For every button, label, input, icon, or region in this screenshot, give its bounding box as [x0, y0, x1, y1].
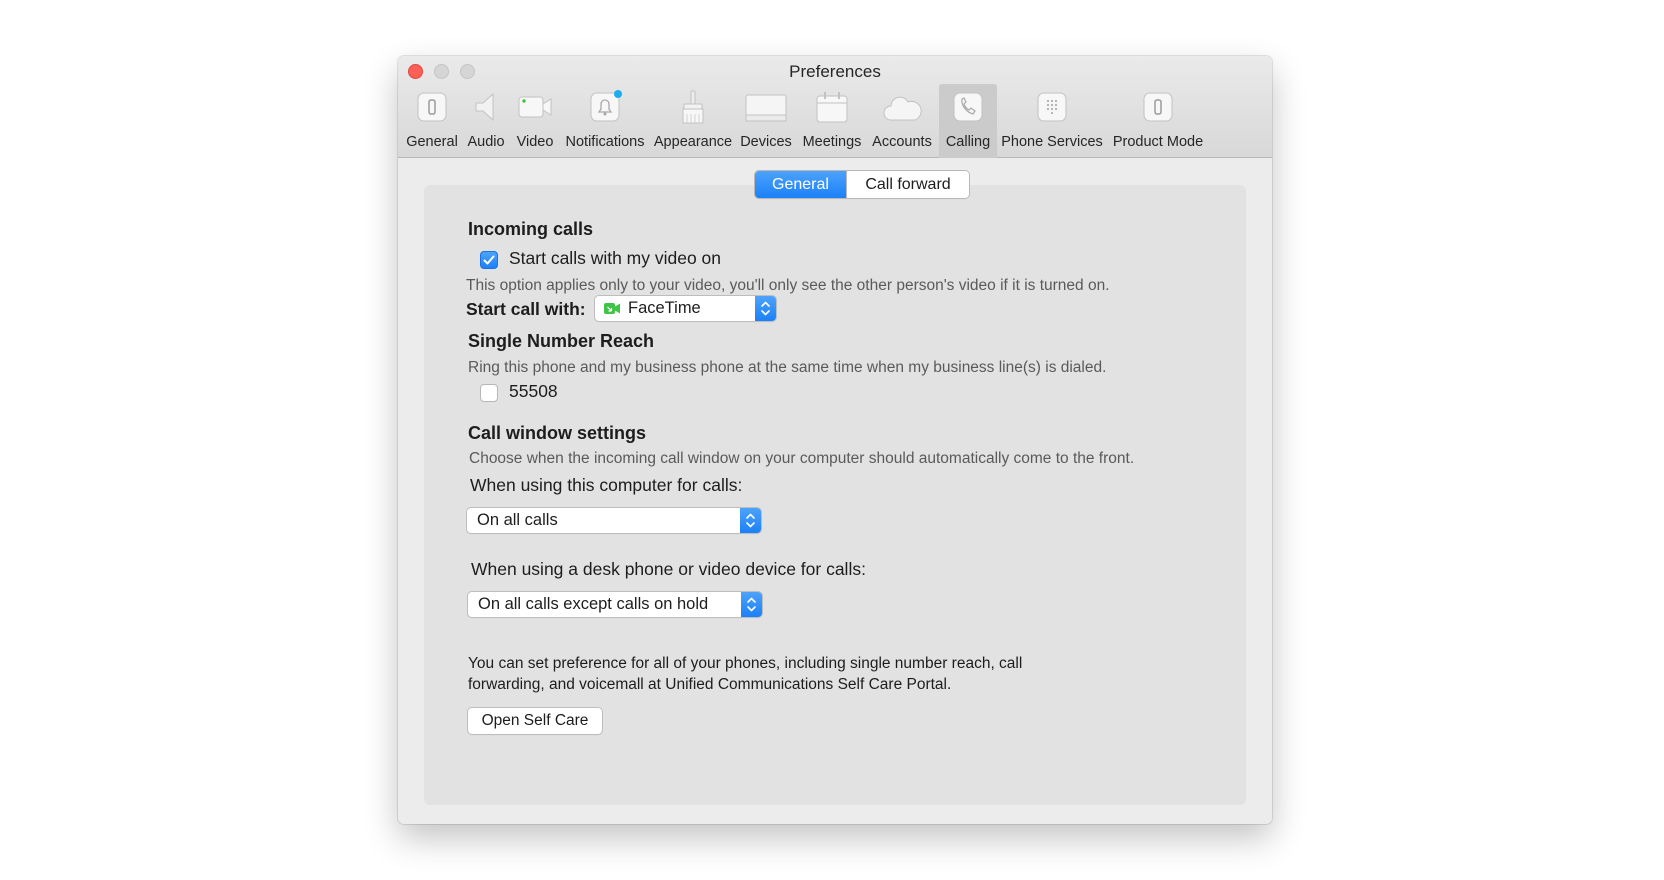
- toolbar-label-devices: Devices: [740, 134, 792, 150]
- toolbar-label-appearance: Appearance: [653, 134, 733, 150]
- toolbar-item-product-mode[interactable]: Product Mode: [1108, 84, 1208, 158]
- toolbar-item-video[interactable]: Video: [512, 84, 558, 158]
- tab-general[interactable]: General: [755, 171, 846, 198]
- desk-phone-calls-select[interactable]: On all calls except calls on hold: [468, 592, 762, 617]
- self-care-info-line-2: forwarding, and voicemall at Unified Com…: [468, 676, 952, 693]
- single-number-reach-description: Ring this phone and my business phone at…: [468, 359, 1107, 376]
- computer-calls-label: When using this computer for calls:: [470, 475, 743, 495]
- computer-calls-stepper[interactable]: [740, 508, 761, 533]
- toolbar-label-calling: Calling: [945, 134, 991, 150]
- toolbar-item-accounts[interactable]: Accounts: [868, 84, 936, 158]
- video-option-note: This option applies only to your video, …: [466, 277, 1110, 294]
- toolbar-item-appearance[interactable]: Appearance: [652, 84, 734, 158]
- toolbar-label-accounts: Accounts: [872, 134, 932, 150]
- self-care-info: You can set preference for all of your p…: [468, 653, 1022, 695]
- toolbar-label-product-mode: Product Mode: [1112, 134, 1204, 150]
- start-call-with-select[interactable]: FaceTime: [595, 296, 776, 321]
- desk-phone-calls-stepper[interactable]: [741, 592, 762, 617]
- calling-tab-control: General Call forward: [755, 171, 969, 198]
- dialpad-icon: [1037, 92, 1067, 122]
- phone-icon: [953, 92, 983, 122]
- start-with-video-label: Start calls with my video on: [509, 248, 722, 268]
- call-window-settings-heading: Call window settings: [468, 423, 647, 443]
- computer-calls-value: On all calls: [477, 511, 558, 529]
- calling-settings-panel: General Call forward Incoming calls Star…: [424, 171, 1246, 805]
- call-window-settings-description: Choose when the incoming call window on …: [469, 450, 1135, 467]
- title-bar: Preferences General Audio Video Notifica…: [398, 56, 1272, 158]
- start-call-with-value: FaceTime: [628, 299, 701, 317]
- single-number-reach-checkbox[interactable]: [480, 384, 498, 402]
- up-down-chevron-icon: [761, 301, 770, 316]
- toolbar-item-general[interactable]: General: [404, 84, 460, 158]
- bell-icon: [590, 90, 622, 122]
- toggle-icon: [1143, 92, 1173, 122]
- window-title: Preferences: [789, 62, 881, 81]
- up-down-chevron-icon: [746, 513, 755, 528]
- toolbar-item-notifications[interactable]: Notifications: [562, 84, 648, 158]
- single-number-reach-heading: Single Number Reach: [468, 331, 655, 351]
- open-self-care-button[interactable]: Open Self Care: [468, 708, 602, 734]
- toolbar-item-meetings[interactable]: Meetings: [798, 84, 866, 158]
- incoming-calls-heading: Incoming calls: [468, 219, 594, 239]
- preferences-window: Preferences General Audio Video Notifica…: [398, 56, 1272, 824]
- toolbar-label-phone-services: Phone Services: [1001, 134, 1103, 150]
- checkmark-icon: [483, 255, 495, 265]
- facetime-icon: [604, 303, 620, 314]
- self-care-info-line-1: You can set preference for all of your p…: [468, 655, 1023, 672]
- toolbar-item-devices[interactable]: Devices: [738, 84, 794, 158]
- desk-phone-calls-label: When using a desk phone or video device …: [471, 559, 866, 579]
- toolbar-label-notifications: Notifications: [565, 134, 645, 150]
- toolbar-label-meetings: Meetings: [802, 134, 862, 150]
- speaker-icon: [475, 92, 494, 122]
- computer-calls-select[interactable]: On all calls: [467, 508, 761, 533]
- start-with-video-checkbox[interactable]: [480, 251, 498, 269]
- toolbar-label-audio: Audio: [467, 134, 505, 150]
- single-number-reach-number: 55508: [509, 381, 558, 401]
- toolbar-item-audio[interactable]: Audio: [462, 84, 510, 158]
- toolbar-item-calling[interactable]: Calling: [939, 84, 997, 158]
- tab-call-forward[interactable]: Call forward: [846, 171, 969, 198]
- switch-icon: [417, 92, 447, 122]
- toolbar-label-video: Video: [516, 134, 554, 150]
- monitor-icon: [745, 94, 787, 122]
- calendar-icon: [816, 92, 848, 123]
- toolbar-item-phone-services[interactable]: Phone Services: [1000, 84, 1104, 158]
- up-down-chevron-icon: [747, 597, 756, 612]
- start-call-with-label: Start call with:: [466, 299, 586, 319]
- desk-phone-calls-value: On all calls except calls on hold: [478, 595, 709, 613]
- cloud-icon: [883, 96, 922, 121]
- video-camera-icon: [518, 96, 552, 118]
- brush-icon: [682, 90, 704, 124]
- start-call-with-stepper[interactable]: [755, 296, 776, 321]
- toolbar-label-general: General: [406, 134, 458, 150]
